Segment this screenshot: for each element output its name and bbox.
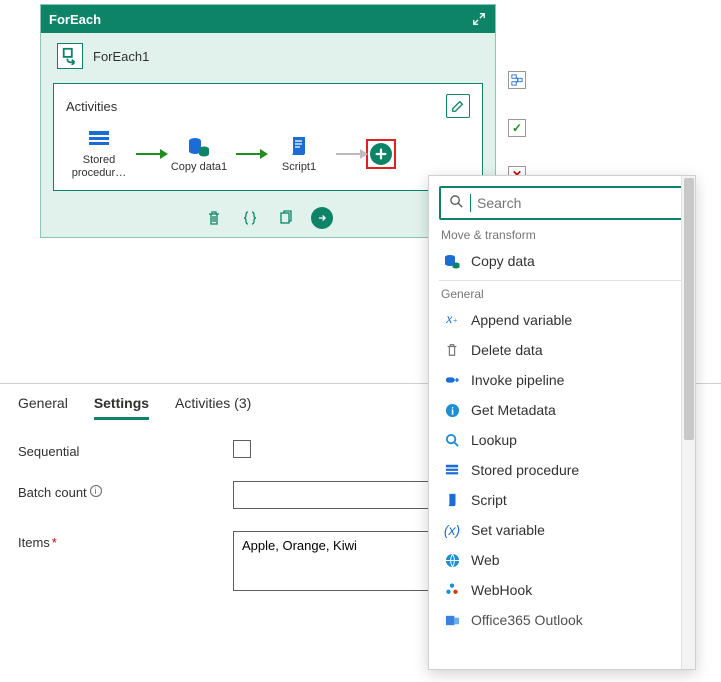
foreach-icon [57,43,83,69]
node-script[interactable]: Script1 [266,135,332,174]
delete-button[interactable] [203,207,225,229]
marker-check-icon[interactable]: ✓ [508,119,526,137]
scrollbar-thumb[interactable] [684,178,694,440]
item-label: Append variable [471,312,572,328]
script-icon [443,491,461,509]
info-icon[interactable]: i [90,485,102,497]
item-office365-outlook[interactable]: Office365 Outlook [439,605,685,635]
trash-icon [443,341,461,359]
search-icon [449,194,464,212]
item-get-metadata[interactable]: i Get Metadata [439,395,685,425]
item-delete-data[interactable]: Delete data [439,335,685,365]
foreach-name[interactable]: ForEach1 [93,49,149,64]
item-set-variable[interactable]: (x) Set variable [439,515,685,545]
item-label: Script [471,492,507,508]
item-label: Get Metadata [471,402,556,418]
marker-graph-icon[interactable] [508,71,526,89]
search-input[interactable] [477,195,675,211]
stored-procedure-icon [87,128,111,150]
node-copy-data[interactable]: Copy data1 [166,135,232,174]
pipeline-icon [443,371,461,389]
group-general: General [441,287,683,301]
foreach-toolbar [41,201,495,237]
foreach-header: ForEach [41,5,495,33]
item-copy-data[interactable]: Copy data [439,246,685,276]
tabs: General Settings Activities (3) [18,395,251,420]
svg-text:i: i [451,406,454,417]
sequential-checkbox[interactable] [233,440,251,458]
variable-icon: x+ [443,311,461,329]
item-webhook[interactable]: WebHook [439,575,685,605]
item-label: Lookup [471,432,517,448]
activities-box: Activities Stored procedur… Copy data1 [53,83,483,191]
node-label: Stored procedur… [66,154,132,180]
item-lookup[interactable]: Lookup [439,425,685,455]
tab-general[interactable]: General [18,395,68,420]
node-label: Copy data1 [171,161,227,174]
edit-activities-button[interactable] [446,94,470,118]
item-invoke-pipeline[interactable]: Invoke pipeline [439,365,685,395]
flow-arrow-icon [336,153,362,155]
code-button[interactable] [239,207,261,229]
text-caret [470,194,471,212]
foreach-title: ForEach [49,12,101,27]
item-append-variable[interactable]: x+ Append variable [439,305,685,335]
batch-count-label: Batch counti [18,481,233,500]
stored-procedure-icon [443,461,461,479]
plus-icon [370,143,392,165]
webhook-icon [443,581,461,599]
clone-button[interactable] [275,207,297,229]
lookup-icon [443,431,461,449]
node-stored-procedure[interactable]: Stored procedur… [66,128,132,180]
item-label: Delete data [471,342,543,358]
group-move-transform: Move & transform [441,228,683,242]
outlook-icon [443,611,461,629]
item-label: WebHook [471,582,532,598]
copy-data-icon [443,252,461,270]
item-label: Office365 Outlook [471,612,583,628]
activity-picker: Move & transform Copy data General x+ Ap… [428,175,696,670]
tab-activities[interactable]: Activities (3) [175,395,251,420]
add-activity-button[interactable] [366,139,396,169]
sequential-label: Sequential [18,440,233,459]
item-stored-procedure[interactable]: Stored procedure [439,455,685,485]
flow-arrow-icon [136,153,162,155]
script-icon [287,135,311,157]
items-label: Items* [18,531,233,550]
item-label: Stored procedure [471,462,579,478]
globe-icon [443,551,461,569]
foreach-name-row: ForEach1 [41,33,495,75]
item-script[interactable]: Script [439,485,685,515]
search-box[interactable] [439,186,685,220]
activities-flow: Stored procedur… Copy data1 Script1 [66,124,470,182]
item-label: Web [471,552,500,568]
copy-data-icon [187,135,211,157]
run-button[interactable] [311,207,333,229]
scrollbar[interactable] [681,176,695,669]
item-web[interactable]: Web [439,545,685,575]
item-label: Copy data [471,253,535,269]
item-label: Set variable [471,522,545,538]
expand-icon[interactable] [471,11,487,27]
tab-settings[interactable]: Settings [94,395,149,420]
flow-arrow-icon [236,153,262,155]
node-label: Script1 [282,161,316,174]
set-variable-icon: (x) [443,521,461,539]
item-label: Invoke pipeline [471,372,564,388]
activities-label: Activities [66,99,117,114]
info-icon: i [443,401,461,419]
